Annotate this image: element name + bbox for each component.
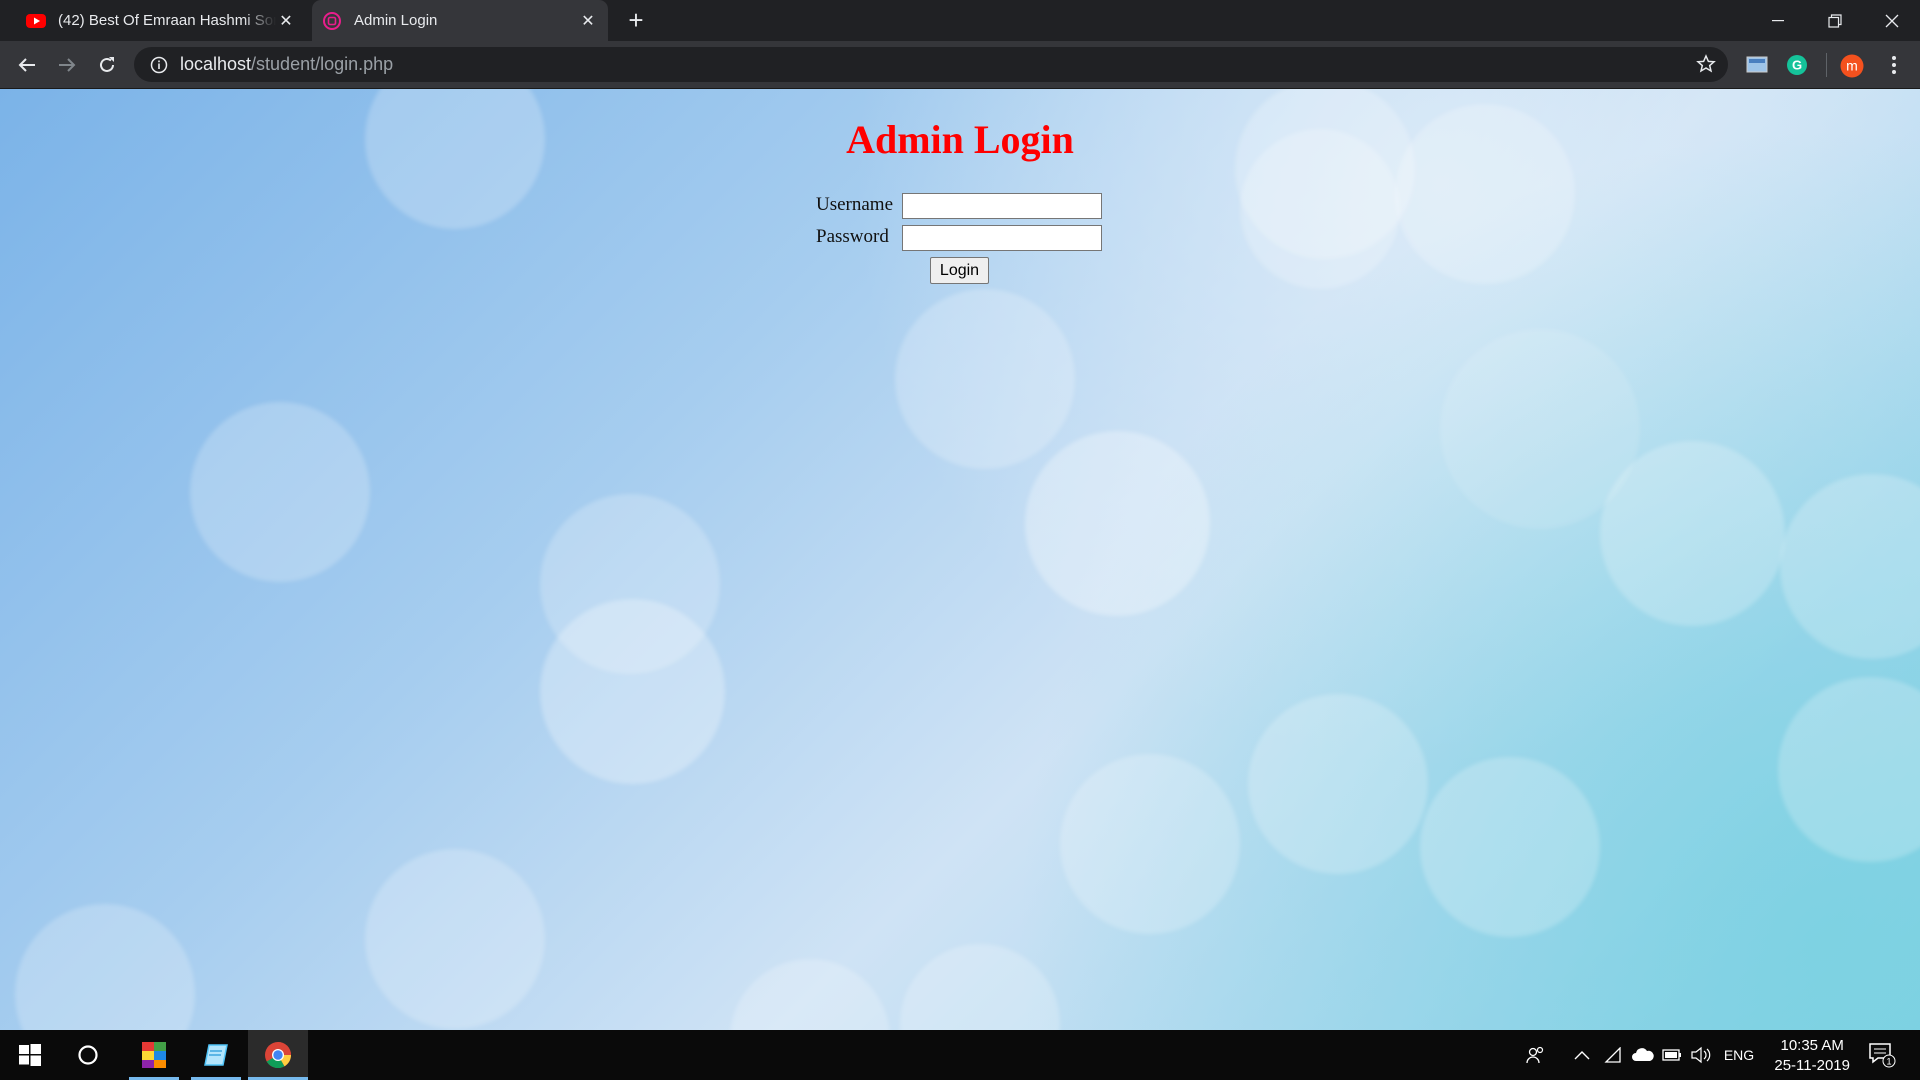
chrome-app-icon[interactable] [248, 1030, 308, 1080]
clock-time: 10:35 AM [1780, 1037, 1844, 1054]
info-icon[interactable] [150, 56, 168, 74]
notepad-app-icon[interactable] [191, 1030, 241, 1080]
bokeh-circle [730, 959, 890, 1030]
start-windows-icon[interactable] [0, 1030, 60, 1080]
username-field[interactable] [902, 193, 1102, 219]
tab-title: Admin Login [354, 12, 438, 29]
system-clock[interactable]: 10:35 AM 25-11-2019 [1774, 1036, 1850, 1076]
close-tab-icon[interactable]: ✕ [276, 11, 296, 31]
bokeh-circle [15, 904, 195, 1030]
tab-admin-login[interactable]: Admin Login ✕ [312, 0, 608, 41]
bokeh-circle [1778, 677, 1920, 862]
password-label: Password [816, 226, 889, 247]
username-label: Username [816, 194, 894, 215]
bokeh-circle [1780, 474, 1920, 659]
battery-icon[interactable] [1660, 1030, 1684, 1080]
volume-icon[interactable] [1688, 1030, 1714, 1080]
network-wifi-icon[interactable] [1600, 1030, 1626, 1080]
youtube-icon [26, 11, 46, 31]
action-center-icon[interactable]: 1 [1862, 1030, 1902, 1080]
extension-screen-icon[interactable] [1746, 54, 1768, 76]
profile-avatar[interactable]: m [1840, 54, 1864, 78]
tab-youtube[interactable]: (42) Best Of Emraan Hashmi Songs ✕ [16, 0, 306, 41]
onedrive-cloud-icon[interactable] [1628, 1030, 1658, 1080]
restore-icon[interactable] [1806, 0, 1863, 41]
bokeh-circle [900, 944, 1060, 1030]
browser-toolbar: localhost/student/login.php G m [0, 41, 1920, 89]
bokeh-circle [365, 849, 545, 1029]
back-icon[interactable] [13, 51, 41, 79]
menu-kebab-icon[interactable] [1883, 54, 1905, 76]
minimize-icon[interactable] [1749, 0, 1806, 41]
page-title: Admin Login [846, 117, 1074, 162]
bokeh-circle [1420, 757, 1600, 937]
bokeh-circle [540, 599, 725, 784]
bookmark-star-icon[interactable] [1696, 54, 1716, 79]
browser-tab-strip: (42) Best Of Emraan Hashmi Songs ✕ Admin… [0, 0, 1920, 41]
bokeh-circle [1025, 431, 1210, 616]
forward-icon[interactable] [53, 51, 81, 79]
bokeh-circle [1060, 754, 1240, 934]
site-icon [322, 11, 342, 31]
cortana-search-icon[interactable] [64, 1030, 112, 1080]
toolbar-divider [1826, 53, 1827, 77]
notification-count: 1 [1886, 1057, 1891, 1067]
windows-taskbar: ENG 10:35 AM 25-11-2019 1 [0, 1030, 1920, 1080]
url-path: /student/login.php [251, 54, 394, 74]
svg-text:m: m [1846, 58, 1858, 74]
language-indicator[interactable]: ENG [1718, 1030, 1760, 1080]
clock-date: 25-11-2019 [1774, 1057, 1850, 1074]
window-controls [1749, 0, 1920, 41]
people-icon[interactable] [1522, 1030, 1550, 1080]
page-viewport: Admin Login Username Password Login [0, 89, 1920, 1030]
bokeh-circle [895, 289, 1075, 469]
new-tab-button[interactable]: + [622, 6, 650, 34]
close-tab-icon[interactable]: ✕ [578, 11, 598, 31]
close-window-icon[interactable] [1863, 0, 1920, 41]
winrar-app-icon[interactable] [129, 1030, 179, 1080]
password-field[interactable] [902, 225, 1102, 251]
tab-title: (42) Best Of Emraan Hashmi Songs [58, 12, 276, 29]
chevron-up-icon[interactable] [1568, 1030, 1596, 1080]
bokeh-circle [1440, 329, 1640, 529]
url-host: localhost [180, 54, 252, 74]
reload-icon[interactable] [93, 51, 121, 79]
bokeh-circle [1248, 694, 1428, 874]
svg-text:G: G [1792, 58, 1802, 73]
login-button[interactable]: Login [930, 257, 989, 284]
bokeh-circle [190, 402, 370, 582]
address-bar[interactable]: localhost/student/login.php [134, 47, 1728, 82]
url-text[interactable]: localhost/student/login.php [180, 54, 393, 75]
grammarly-icon[interactable]: G [1786, 54, 1808, 76]
